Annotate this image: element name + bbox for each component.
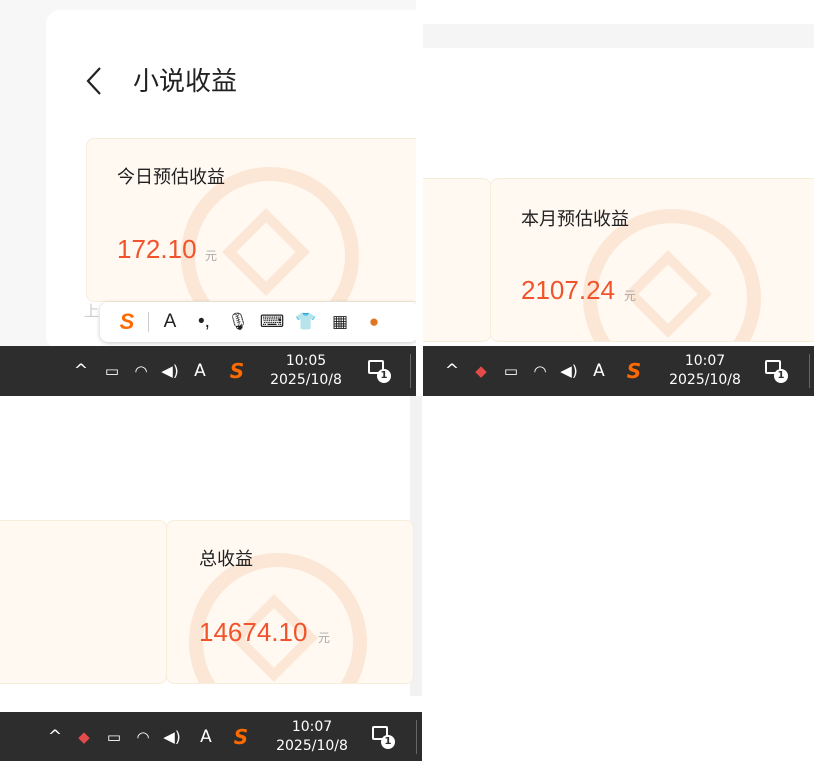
clock-date: 2025/10/8 [270, 372, 342, 388]
screenshot-panel-month: 本月预估收益 2107.24 元 ^ ◆ ▭ ◠ ◀) A S 10:07 20… [423, 0, 814, 396]
wifi-icon[interactable]: ◠ [529, 346, 551, 396]
clock-time: 10:07 [291, 719, 333, 735]
input-indicator[interactable]: A [190, 346, 210, 396]
battery-icon[interactable]: ▭ [102, 712, 126, 761]
ime-language-toggle[interactable]: A [153, 311, 187, 333]
sogou-tray-icon[interactable]: S [623, 346, 645, 396]
card-label: 本月预估收益 [521, 209, 629, 229]
volume-icon[interactable]: ◀) [159, 712, 185, 761]
partial-label: 上 [84, 303, 100, 320]
clock-time: 10:05 [285, 353, 327, 369]
page-title: 小说收益 [133, 66, 238, 96]
battery-icon[interactable]: ▭ [499, 346, 523, 396]
divider [148, 312, 149, 332]
card-label: 总收益 [199, 549, 253, 569]
wifi-icon[interactable]: ◠ [130, 346, 152, 396]
clock[interactable]: 10:07 2025/10/8 [268, 718, 356, 756]
mascot-icon[interactable]: ● [357, 312, 391, 332]
earnings-amount: 14674.10 [199, 617, 308, 647]
header-strip [423, 24, 814, 48]
total-earnings-card[interactable]: 总收益 14674.10 元 [166, 520, 414, 684]
earnings-amount: 172.10 [117, 234, 197, 264]
taskbar: ^ ◆ ▭ ◠ ◀) A S 10:07 2025/10/8 1 [0, 712, 422, 761]
mic-icon[interactable]: 🎙 [221, 312, 255, 332]
today-earnings-card[interactable]: 今日预估收益 172.10 元 [86, 138, 416, 302]
clock[interactable]: 10:07 2025/10/8 [661, 352, 749, 390]
earnings-amount: 2107.24 [521, 275, 615, 305]
clock-date: 2025/10/8 [669, 372, 741, 388]
show-desktop-divider[interactable] [410, 354, 411, 388]
card-label: 今日预估收益 [117, 167, 225, 187]
screenshot-panel-today: 小说收益 今日预估收益 172.10 元 上 S A •, 🎙 ⌨ 👕 ▦ ● … [0, 0, 416, 396]
sogou-logo-icon[interactable]: S [110, 309, 144, 335]
month-earnings-card[interactable]: 本月预估收益 2107.24 元 [490, 178, 814, 342]
notification-center-icon[interactable]: 1 [372, 726, 395, 749]
chevron-up-icon[interactable]: ^ [441, 346, 463, 396]
chevron-up-icon[interactable]: ^ [44, 712, 66, 761]
currency-unit: 元 [318, 631, 331, 645]
previous-card-stub [423, 178, 491, 342]
app-tray-icon[interactable]: ◆ [469, 346, 493, 396]
input-indicator[interactable]: A [589, 346, 609, 396]
apps-icon[interactable]: ▦ [323, 312, 357, 332]
notification-center-icon[interactable]: 1 [765, 360, 788, 383]
taskbar: ^ ◆ ▭ ◠ ◀) A S 10:07 2025/10/8 1 [423, 346, 814, 396]
notification-center-icon[interactable]: 1 [368, 360, 391, 383]
clock-time: 10:07 [684, 353, 726, 369]
battery-icon[interactable]: ▭ [100, 346, 124, 396]
sogou-tray-icon[interactable]: S [230, 712, 252, 761]
volume-icon[interactable]: ◀) [157, 346, 183, 396]
ime-toolbar: S A •, 🎙 ⌨ 👕 ▦ ● [100, 302, 416, 342]
show-desktop-divider[interactable] [416, 720, 417, 754]
wifi-icon[interactable]: ◠ [132, 712, 154, 761]
notification-count: 1 [381, 735, 395, 749]
clock-date: 2025/10/8 [276, 738, 348, 754]
show-desktop-divider[interactable] [809, 354, 810, 388]
screenshot-panel-total: 总收益 14674.10 元 ^ ◆ ▭ ◠ ◀) A S 10:07 2025… [0, 396, 422, 761]
currency-unit: 元 [624, 289, 637, 303]
chevron-up-icon[interactable]: ^ [70, 346, 92, 396]
volume-icon[interactable]: ◀) [556, 346, 582, 396]
taskbar: ^ ▭ ◠ ◀) A S 10:05 2025/10/8 1 [0, 346, 416, 396]
previous-card-stub [0, 520, 167, 684]
sogou-tray-icon[interactable]: S [226, 346, 248, 396]
notification-count: 1 [377, 369, 391, 383]
clock[interactable]: 10:05 2025/10/8 [262, 352, 350, 390]
app-tray-icon[interactable]: ◆ [72, 712, 96, 761]
punctuation-icon[interactable]: •, [187, 311, 221, 333]
currency-unit: 元 [205, 249, 218, 263]
keyboard-icon[interactable]: ⌨ [255, 312, 289, 332]
back-arrow-icon[interactable] [82, 64, 106, 98]
input-indicator[interactable]: A [196, 712, 216, 761]
notification-count: 1 [774, 369, 788, 383]
skin-icon[interactable]: 👕 [289, 312, 323, 332]
